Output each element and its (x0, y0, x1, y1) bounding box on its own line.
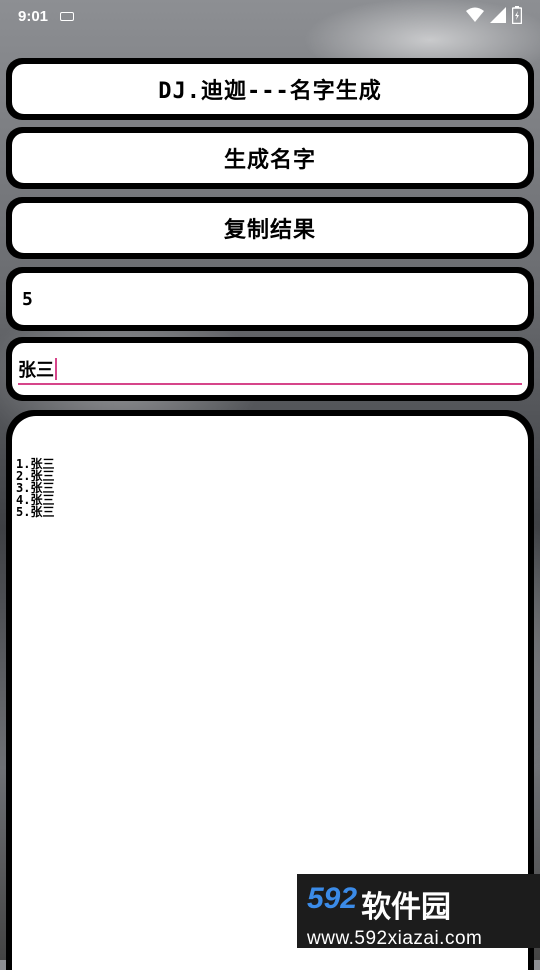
name-input-value: 张三 (18, 360, 54, 381)
copy-result-button[interactable]: 复制结果 (12, 203, 528, 253)
result-line: 2.张三 (16, 469, 55, 483)
watermark-logo: 592 软件园 (307, 882, 530, 926)
result-line: 5.张三 (16, 505, 55, 519)
count-field[interactable]: 5 (12, 273, 528, 325)
generate-card: 生成名字 (6, 127, 534, 189)
watermark-brand: 软件园 (361, 891, 452, 924)
title-button[interactable]: DJ.迪迦---名字生成 (12, 64, 528, 114)
name-input-card: 张三 (6, 337, 534, 401)
watermark: 592 软件园 www.592xiazai.com (297, 874, 540, 949)
wifi-icon (466, 7, 484, 22)
signal-icon (490, 7, 506, 23)
result-line: 1.张三 (16, 457, 55, 471)
keyboard-icon (60, 11, 75, 21)
result-line: 3.张三 (16, 481, 55, 495)
generate-names-button[interactable]: 生成名字 (12, 133, 528, 183)
text-cursor (55, 358, 57, 380)
result-line: 4.张三 (16, 493, 55, 507)
copy-card: 复制结果 (6, 197, 534, 259)
name-input[interactable]: 张三 (12, 343, 528, 395)
watermark-url: www.592xiazai.com (307, 928, 483, 949)
status-icons (466, 6, 522, 24)
count-card: 5 (6, 267, 534, 331)
input-underline (18, 383, 522, 385)
watermark-number: 592 (307, 882, 358, 915)
title-card: DJ.迪迦---名字生成 (6, 58, 534, 120)
battery-icon (512, 6, 522, 24)
status-time: 9:01 (18, 7, 49, 25)
count-value: 5 (22, 288, 33, 310)
status-bar: 9:01 (0, 0, 540, 32)
